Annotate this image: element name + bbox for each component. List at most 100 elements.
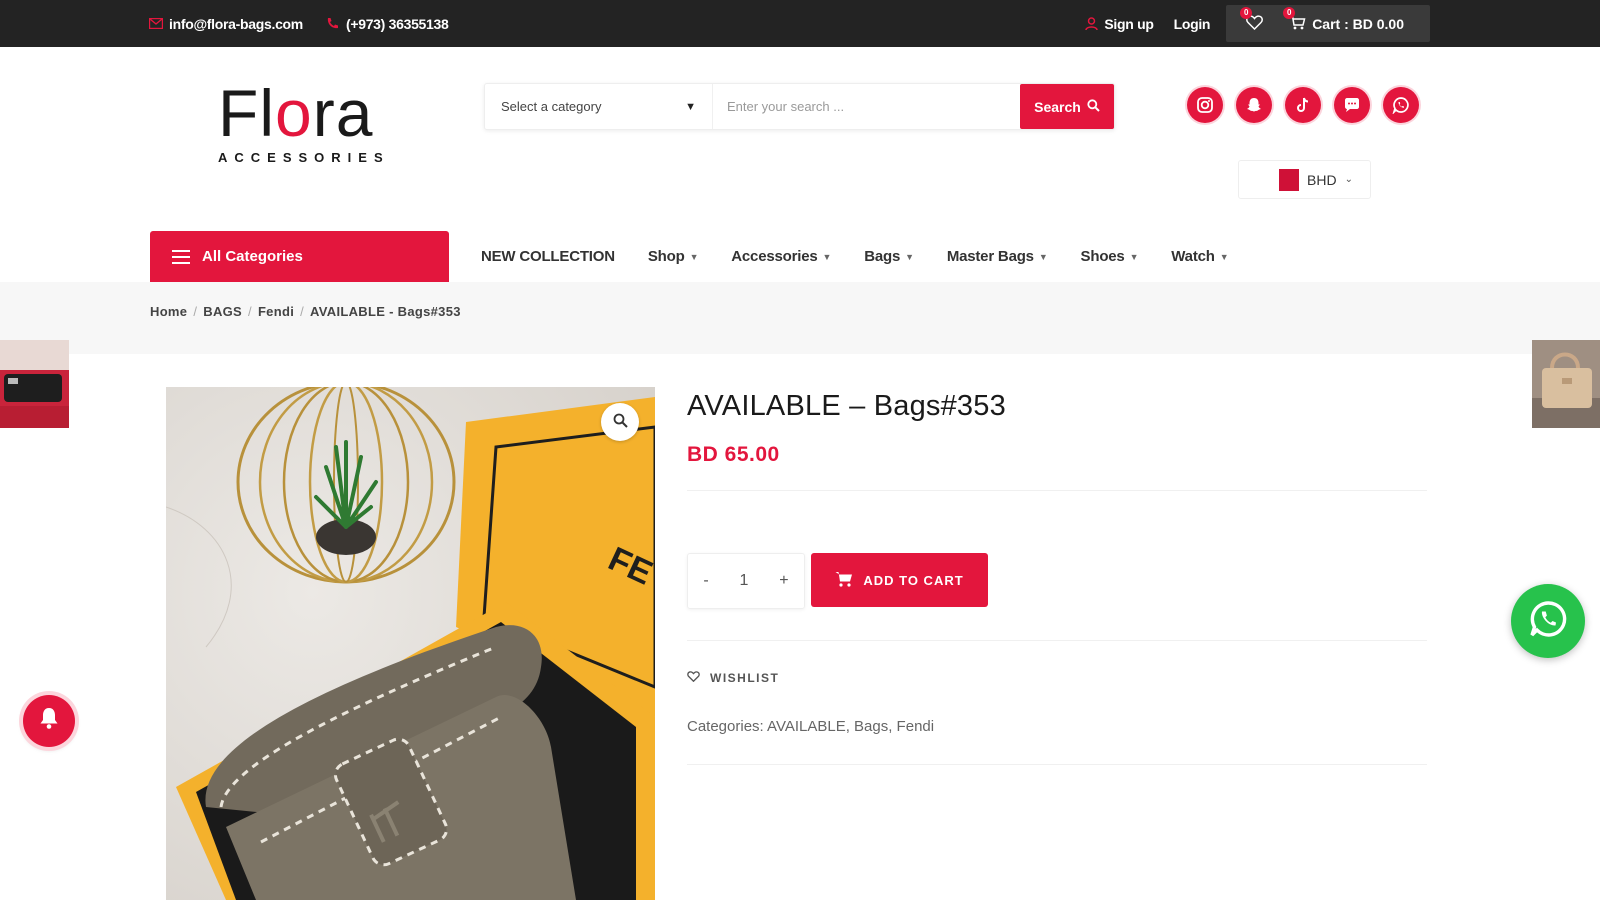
phone-text: (+973) 36355138	[345, 15, 449, 32]
category-select-label: Select a category	[501, 99, 602, 114]
nav-item-label: NEW COLLECTION	[481, 248, 615, 265]
nav-item-label: Shop	[647, 248, 685, 265]
zoom-button[interactable]	[601, 403, 639, 441]
caret-down-icon: ▼	[905, 251, 914, 262]
search-button[interactable]: Search	[1020, 84, 1114, 129]
logo-wordmark: Flora	[218, 80, 388, 146]
social-links	[1187, 87, 1419, 123]
logo-letter-o: o	[275, 76, 313, 150]
mail-icon	[148, 16, 163, 31]
login-label: Login	[1173, 15, 1211, 32]
notification-bell-button[interactable]	[23, 695, 75, 747]
phone-link[interactable]: (+973) 36355138	[325, 16, 449, 32]
breadcrumb-bags[interactable]: BAGS	[203, 304, 242, 319]
caret-down-icon: ▼	[822, 251, 832, 262]
tiktok-icon[interactable]	[1285, 87, 1321, 123]
breadcrumb-separator: /	[248, 304, 252, 319]
logo-letter-f: F	[218, 76, 260, 150]
snapchat-icon[interactable]	[1236, 87, 1272, 123]
search-button-label: Search	[1034, 98, 1081, 115]
nav-item-watch[interactable]: Watch ▼	[1171, 248, 1228, 265]
all-categories-button[interactable]: All Categories	[150, 231, 449, 282]
heart-icon	[687, 671, 700, 685]
chevron-down-icon: ⌄	[1344, 174, 1353, 185]
divider	[687, 640, 1427, 641]
wishlist-button[interactable]: 0	[1240, 6, 1264, 33]
nav-item-master-bags[interactable]: Master Bags ▼	[947, 248, 1048, 265]
breadcrumb-home[interactable]: Home	[150, 304, 187, 319]
wishlist-label: WISHLIST	[710, 671, 780, 685]
search-input[interactable]	[713, 84, 1020, 129]
next-product-thumbnail[interactable]	[1532, 340, 1600, 428]
product-image[interactable]: FE	[166, 387, 655, 900]
caret-down-icon: ▼	[1038, 251, 1048, 262]
breadcrumb-fendi[interactable]: Fendi	[258, 304, 294, 319]
message-icon[interactable]	[1334, 87, 1370, 123]
search-icon	[1087, 98, 1100, 115]
login-link[interactable]: Login	[1174, 16, 1211, 32]
caret-down-icon: ▼	[1219, 251, 1229, 262]
whatsapp-chat-button[interactable]	[1511, 584, 1585, 658]
instagram-icon[interactable]	[1187, 87, 1223, 123]
category-select[interactable]: Select a category ▼	[485, 84, 713, 129]
logo-letters-ra: ra	[312, 76, 374, 150]
nav-item-label: Shoes	[1080, 248, 1125, 265]
magnifier-icon	[613, 413, 628, 432]
cart-total: Cart : BD 0.00	[1312, 15, 1404, 32]
prev-product-thumbnail[interactable]	[0, 340, 69, 428]
breadcrumb-band: Home / BAGS / Fendi / AVAILABLE - Bags#3…	[0, 282, 1600, 354]
product-title: AVAILABLE – Bags#353	[687, 390, 1006, 422]
menu-icon	[172, 249, 190, 264]
nav-item-label: Watch	[1171, 248, 1215, 265]
product-price: BD 65.00	[687, 443, 780, 466]
site-logo[interactable]: Flora ACCESSORIES	[218, 80, 388, 180]
signup-label: Sign up	[1104, 15, 1154, 32]
account-links: Sign up Login 0 0 Cart : BD 0.00	[1064, 0, 1430, 47]
cart-count-badge: 0	[1283, 6, 1296, 19]
currency-code: BHD	[1307, 171, 1337, 188]
qty-plus-button[interactable]: +	[779, 572, 788, 590]
divider	[687, 490, 1427, 491]
qty-minus-button[interactable]: -	[703, 572, 708, 590]
nav-item-accessories[interactable]: Accessories ▼	[731, 248, 831, 265]
nav-item-label: Bags	[864, 248, 901, 265]
breadcrumb-separator: /	[300, 304, 305, 319]
breadcrumb: Home / BAGS / Fendi / AVAILABLE - Bags#3…	[150, 304, 461, 319]
nav-item-shop[interactable]: Shop ▼	[647, 248, 699, 265]
breadcrumb-current: AVAILABLE - Bags#353	[310, 304, 461, 319]
main-nav: NEW COLLECTION Shop ▼ Accessories ▼ Bags ▼ …	[481, 231, 1261, 282]
whatsapp-social-icon[interactable]	[1383, 87, 1419, 123]
cart-box: 0 0 Cart : BD 0.00	[1226, 5, 1430, 42]
contact-info: info@flora-bags.com (+973) 36355138	[148, 0, 449, 47]
currency-switcher[interactable]: BHD ⌄	[1238, 160, 1371, 199]
qty-value[interactable]: 1	[740, 572, 749, 590]
bahrain-flag-icon	[1273, 168, 1299, 191]
caret-down-icon: ▼	[685, 100, 696, 113]
breadcrumb-separator: /	[193, 304, 198, 319]
product-categories[interactable]: Categories: AVAILABLE, Bags, Fendi	[687, 718, 934, 735]
add-to-cart-label: ADD TO CART	[863, 572, 964, 588]
add-to-wishlist-link[interactable]: WISHLIST	[687, 671, 779, 685]
whatsapp-icon	[1528, 599, 1568, 644]
search-bar: Select a category ▼ Search	[484, 83, 1115, 130]
quantity-stepper: - 1 +	[687, 553, 805, 609]
nav-item-new-collection[interactable]: NEW COLLECTION	[481, 248, 615, 265]
user-icon	[1084, 16, 1099, 31]
top-bar: info@flora-bags.com (+973) 36355138 Sign…	[0, 0, 1600, 47]
nav-item-label: Master Bags	[946, 248, 1034, 265]
caret-down-icon: ▼	[1129, 251, 1139, 262]
logo-letter-l: l	[259, 76, 275, 150]
nav-item-bags[interactable]: Bags ▼	[864, 248, 914, 265]
phone-icon	[325, 16, 340, 31]
email-text: info@flora-bags.com	[169, 15, 303, 32]
signup-link[interactable]: Sign up	[1084, 15, 1154, 32]
cart-icon	[835, 571, 853, 590]
email-link[interactable]: info@flora-bags.com	[148, 16, 303, 32]
caret-down-icon: ▼	[689, 251, 699, 262]
nav-item-shoes[interactable]: Shoes ▼	[1081, 248, 1139, 265]
add-to-cart-button[interactable]: ADD TO CART	[811, 553, 988, 607]
logo-subtitle: ACCESSORIES	[218, 150, 390, 165]
nav-item-label: Accessories	[731, 248, 818, 265]
all-categories-label: All Categories	[202, 248, 303, 265]
cart-button[interactable]: 0 Cart : BD 0.00	[1283, 6, 1404, 33]
